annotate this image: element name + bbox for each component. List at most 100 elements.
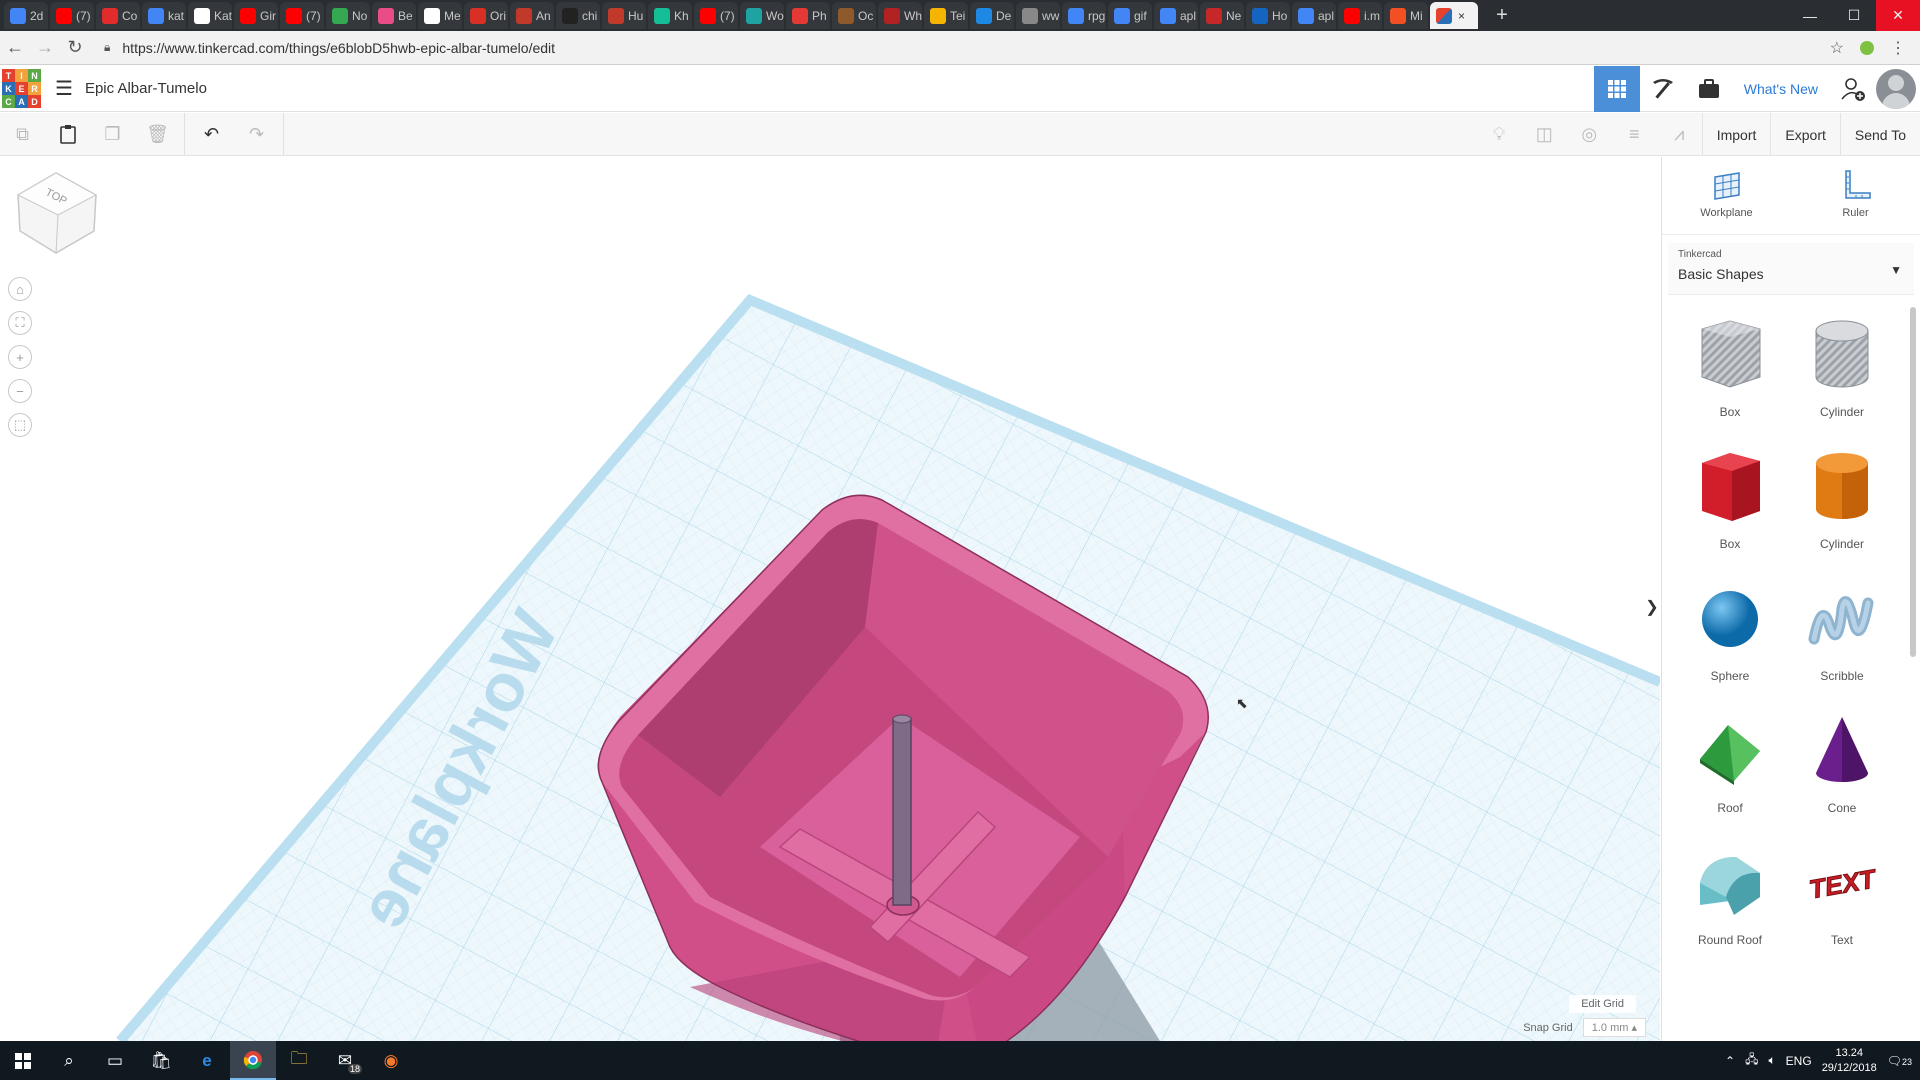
tray-overflow-chevron-icon[interactable]: ⌃	[1725, 1054, 1735, 1068]
workplane-scene[interactable]: Workplane	[0, 157, 1660, 1041]
tinkercad-logo[interactable]: TINKERCAD	[2, 69, 41, 108]
ruler-tool[interactable]: Ruler	[1816, 169, 1896, 234]
chrome-menu-icon[interactable]: ⋮	[1890, 38, 1906, 58]
url-field[interactable]: 🔒︎ https://www.tinkercad.com/things/e6bl…	[104, 34, 1830, 62]
shape-cone[interactable]: Cone	[1786, 709, 1898, 821]
avatar[interactable]	[1876, 69, 1916, 109]
browser-tab[interactable]: Wh	[878, 2, 922, 29]
back-icon[interactable]: ←	[0, 33, 30, 63]
edit-grid-button[interactable]: Edit Grid	[1569, 995, 1636, 1013]
close-tab-icon[interactable]: ×	[1458, 9, 1465, 23]
browser-tab[interactable]: Ho	[1246, 2, 1290, 29]
browser-tab[interactable]: No	[326, 2, 370, 29]
browser-tab[interactable]: Kat	[188, 2, 232, 29]
shape-cyl-hole[interactable]: Cylinder	[1786, 313, 1898, 425]
browser-tab-active[interactable]: ×	[1430, 2, 1478, 29]
shape-roof[interactable]: Roof	[1674, 709, 1786, 821]
shape-scribble[interactable]: Scribble	[1786, 577, 1898, 689]
file-explorer-icon[interactable]: 🗀	[276, 1041, 322, 1080]
notification-icon[interactable]: 🗨︎23	[1887, 1054, 1912, 1068]
group-icon[interactable]: ◫	[1522, 113, 1567, 156]
snap-grid-select[interactable]: 1.0 mm ▴	[1582, 1018, 1646, 1037]
browser-tab[interactable]: Oc	[832, 2, 876, 29]
browser-tab[interactable]: Be	[372, 2, 416, 29]
shape-text[interactable]: TEXT Text	[1786, 841, 1898, 953]
ungroup-icon[interactable]: ◎	[1567, 113, 1612, 156]
align-icon[interactable]: ≡	[1612, 113, 1657, 156]
extension-icon[interactable]	[1860, 40, 1874, 55]
browser-tab[interactable]: apl	[1154, 2, 1198, 29]
paste-icon[interactable]	[45, 113, 90, 156]
browser-tab[interactable]: Gir	[234, 2, 278, 29]
mail-icon[interactable]: ✉ 18	[322, 1041, 368, 1080]
shape-box[interactable]: Box	[1674, 445, 1786, 557]
browser-tab[interactable]: Me	[418, 2, 462, 29]
design-title[interactable]: Epic Albar-Tumelo	[85, 80, 207, 97]
zoom-in-icon[interactable]: +	[8, 345, 32, 369]
browser-tab[interactable]: kat	[142, 2, 186, 29]
browser-tab[interactable]: rpg	[1062, 2, 1106, 29]
browser-tab[interactable]: (7)	[280, 2, 324, 29]
copy-icon[interactable]: ⧉	[0, 113, 45, 156]
whats-new-link[interactable]: What's New	[1732, 81, 1830, 97]
browser-tab[interactable]: Wo	[740, 2, 784, 29]
browser-tab[interactable]: Mi	[1384, 2, 1428, 29]
lessons-button[interactable]	[1686, 66, 1732, 112]
browser-tab[interactable]: Co	[96, 2, 140, 29]
import-button[interactable]: Import	[1701, 113, 1771, 156]
browser-tab[interactable]: Tei	[924, 2, 968, 29]
browser-tab[interactable]: Hu	[602, 2, 646, 29]
export-button[interactable]: Export	[1770, 113, 1839, 156]
network-icon[interactable]: 🖧︎	[1745, 1050, 1758, 1071]
3d-design-view-button[interactable]	[1593, 66, 1640, 112]
fit-view-icon[interactable]: ⛶	[8, 311, 32, 335]
browser-tab[interactable]: Ph	[786, 2, 830, 29]
design-list-icon[interactable]: ☰	[55, 76, 73, 101]
add-user-icon[interactable]	[1830, 66, 1876, 112]
maximize-button[interactable]: ☐	[1832, 0, 1876, 31]
edge-browser-icon[interactable]: e	[184, 1041, 230, 1080]
undo-icon[interactable]: ↶	[189, 113, 234, 156]
send-to-button[interactable]: Send To	[1839, 113, 1920, 156]
browser-tab[interactable]: apl	[1292, 2, 1336, 29]
browser-tab[interactable]: (7)	[694, 2, 738, 29]
minimize-button[interactable]: —	[1788, 0, 1832, 31]
shape-roundroof[interactable]: Round Roof	[1674, 841, 1786, 953]
perspective-toggle-icon[interactable]: ⬚	[8, 413, 32, 437]
mirror-icon[interactable]: ⩘	[1657, 113, 1702, 156]
browser-tab[interactable]: (7)	[50, 2, 94, 29]
browser-tab[interactable]: An	[510, 2, 554, 29]
browser-tab[interactable]: 2d	[4, 2, 48, 29]
reload-icon[interactable]: ↻	[60, 33, 90, 63]
duplicate-icon[interactable]: ❐	[90, 113, 135, 156]
chrome-taskbar-icon[interactable]	[230, 1041, 276, 1080]
shape-library-select[interactable]: Tinkercad Basic Shapes ▼	[1668, 243, 1914, 295]
windows-start-icon[interactable]	[0, 1041, 46, 1080]
store-icon[interactable]: 🛍︎	[138, 1041, 184, 1080]
browser-tab[interactable]: Ori	[464, 2, 508, 29]
panel-scrollbar[interactable]	[1910, 307, 1916, 657]
task-view-icon[interactable]: ▭	[92, 1041, 138, 1080]
browser-tab[interactable]: Ne	[1200, 2, 1244, 29]
browser-tab[interactable]: chi	[556, 2, 600, 29]
panel-collapse-chevron-icon[interactable]: ❯	[1644, 587, 1660, 627]
blender-icon[interactable]: ◉	[368, 1041, 414, 1080]
shape-sphere[interactable]: Sphere	[1674, 577, 1786, 689]
browser-tab[interactable]: gif	[1108, 2, 1152, 29]
redo-icon[interactable]: ↷	[234, 113, 279, 156]
browser-tab[interactable]: ww	[1016, 2, 1060, 29]
browser-tab[interactable]: De	[970, 2, 1014, 29]
light-bulb-icon[interactable]: 💡︎	[1477, 113, 1522, 156]
volume-icon[interactable]: 🔈︎	[1768, 1053, 1775, 1068]
language-indicator[interactable]: ENG	[1786, 1054, 1812, 1068]
delete-icon[interactable]: 🗑︎	[135, 113, 180, 156]
new-tab-button[interactable]: +	[1488, 4, 1516, 28]
shape-cyl[interactable]: Cylinder	[1786, 445, 1898, 557]
close-window-button[interactable]: ✕	[1876, 0, 1920, 31]
3d-viewport[interactable]: Workplane TOP ⌂ ⛶ + − ⬚ ❯ ⬉ Edit Grid Sn…	[0, 157, 1660, 1041]
workplane-tool[interactable]: Workplane	[1687, 169, 1767, 234]
browser-tab[interactable]: Kh	[648, 2, 692, 29]
home-view-icon[interactable]: ⌂	[8, 277, 32, 301]
blocks-view-button[interactable]	[1640, 66, 1686, 112]
zoom-out-icon[interactable]: −	[8, 379, 32, 403]
